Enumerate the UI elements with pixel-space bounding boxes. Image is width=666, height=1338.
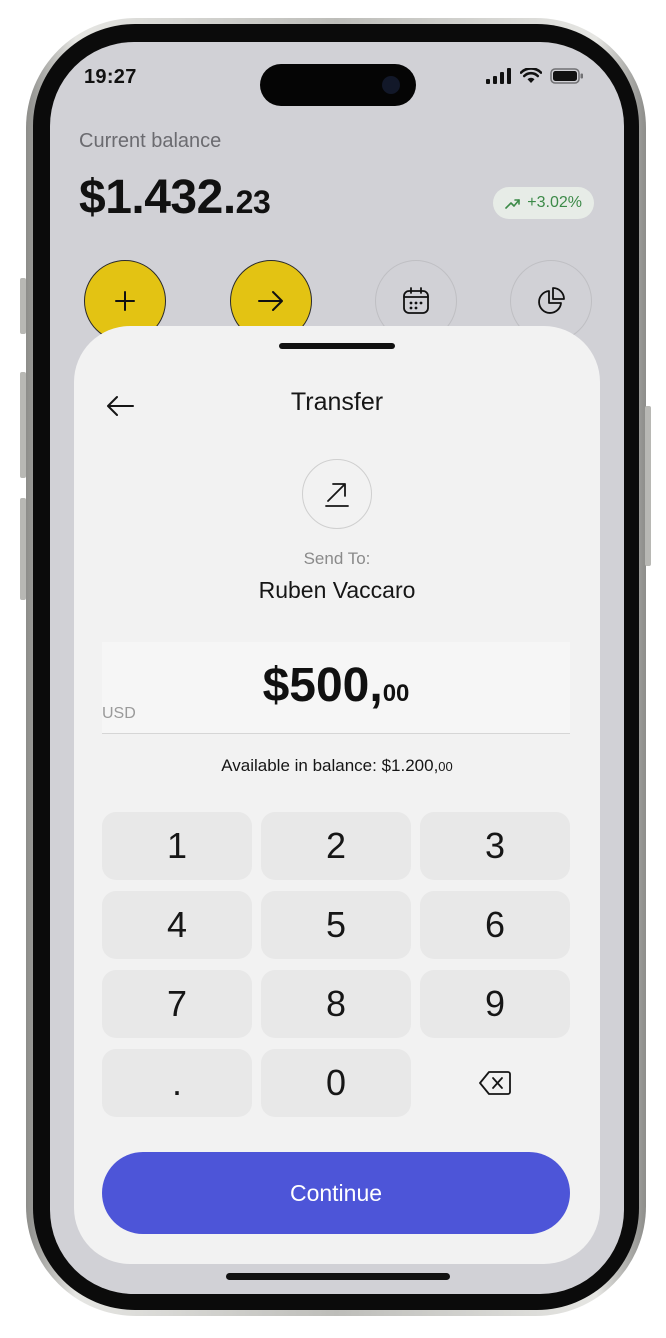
trend-up-icon <box>505 199 521 209</box>
key-5[interactable]: 5 <box>261 891 411 959</box>
status-time: 19:27 <box>84 66 137 88</box>
continue-button[interactable]: Continue <box>102 1152 570 1234</box>
balance-label: Current balance <box>79 130 222 152</box>
key-8[interactable]: 8 <box>261 970 411 1038</box>
key-1[interactable]: 1 <box>102 812 252 880</box>
sheet-title: Transfer <box>290 388 384 416</box>
trend-value: +3.02% <box>527 194 582 211</box>
backspace-icon <box>479 1071 511 1095</box>
trend-badge: +3.02% <box>493 187 594 219</box>
arrow-right-icon <box>258 291 283 311</box>
side-button-volume-up <box>20 372 26 478</box>
wifi-icon <box>520 68 542 83</box>
home-indicator[interactable] <box>226 1273 450 1280</box>
recipient-name: Ruben Vaccaro <box>258 577 416 603</box>
side-button-volume-down <box>20 498 26 600</box>
sheet-handle[interactable] <box>279 343 395 349</box>
signal-icon <box>486 68 511 84</box>
send-to-label: Send To: <box>303 549 371 568</box>
dynamic-island <box>260 64 416 106</box>
keypad: 1 2 3 4 5 6 7 8 9 . 0 <box>102 812 570 1117</box>
available-decimal: 00 <box>438 759 453 774</box>
available-label: Available in balance: $1.200, <box>221 756 439 775</box>
amount-value: $500,00 <box>102 658 570 713</box>
transfer-sheet: Transfer Send To: Ruben Vaccaro USD $500… <box>74 326 600 1264</box>
key-7[interactable]: 7 <box>102 970 252 1038</box>
key-3[interactable]: 3 <box>420 812 570 880</box>
balance-amount-cents: 23 <box>235 184 271 220</box>
key-9[interactable]: 9 <box>420 970 570 1038</box>
amount-decimal: 00 <box>382 680 410 707</box>
send-icon-badge <box>302 459 372 529</box>
calendar-icon <box>403 287 429 314</box>
amount-main: $500, <box>262 659 383 712</box>
amount-input[interactable]: USD $500,00 <box>102 642 570 734</box>
key-0[interactable]: 0 <box>261 1049 411 1117</box>
balance-amount-main: $1.432. <box>79 171 236 224</box>
send-arrow-icon <box>325 483 349 507</box>
available-balance: Available in balance: $1.200,00 <box>74 756 600 776</box>
key-decimal[interactable]: . <box>102 1049 252 1117</box>
side-button-power <box>645 406 651 566</box>
key-4[interactable]: 4 <box>102 891 252 959</box>
key-2[interactable]: 2 <box>261 812 411 880</box>
side-button-action <box>20 278 26 334</box>
battery-icon <box>550 68 583 84</box>
balance-amount: $1.432.23 <box>79 170 271 225</box>
camera-icon <box>382 76 400 94</box>
status-icons <box>486 68 584 84</box>
phone-screen: 19:27 Current balance $1.432.23 +3.02% T… <box>50 42 624 1294</box>
pie-chart-icon <box>538 287 565 314</box>
plus-icon <box>115 291 135 311</box>
backspace-key[interactable] <box>420 1049 570 1117</box>
key-6[interactable]: 6 <box>420 891 570 959</box>
